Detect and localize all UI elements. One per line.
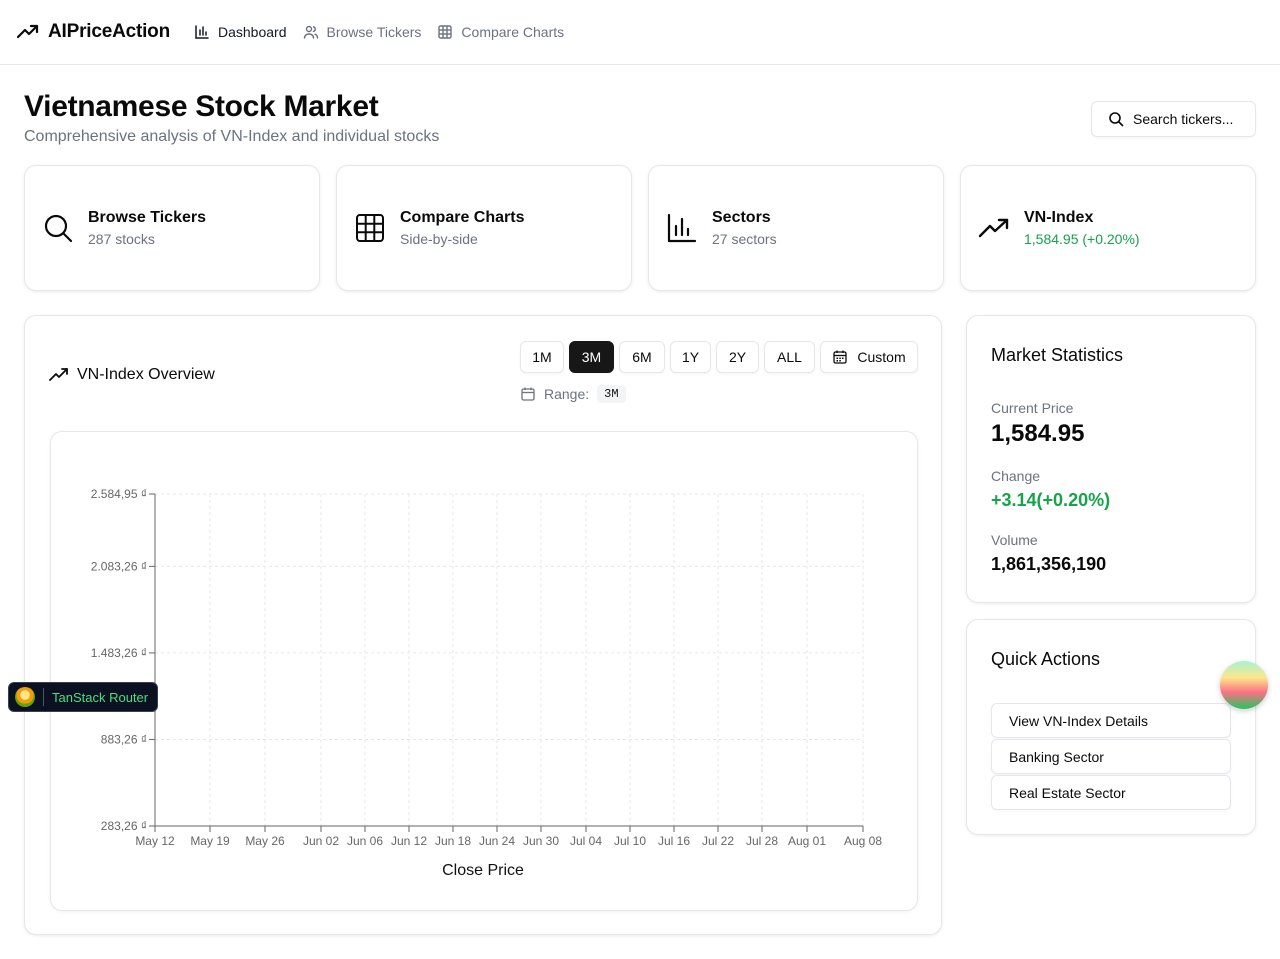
x-tick-label: Jul 04	[570, 834, 602, 848]
top-nav: AIPriceAction Dashboard Browse Tickers C…	[0, 0, 1280, 65]
current-price-label: Current Price	[991, 400, 1074, 416]
range-6m-button[interactable]: 6M	[619, 341, 665, 373]
x-tick-label: Jul 28	[746, 834, 778, 848]
x-tick-label: Jun 06	[347, 834, 383, 848]
nav-browse-tickers[interactable]: Browse Tickers	[303, 24, 422, 40]
x-tick-label: Jun 02	[303, 834, 339, 848]
nav-dashboard-label: Dashboard	[218, 24, 287, 40]
change-value: +3.14(+0.20%)	[991, 490, 1111, 510]
bar-chart-icon	[195, 25, 209, 39]
card-subtitle: 287 stocks	[88, 231, 155, 247]
calendar-icon	[833, 350, 848, 364]
custom-range-button[interactable]: Custom	[820, 341, 918, 373]
trending-up-icon	[49, 368, 68, 381]
market-statistics-panel: Market Statistics Current Price 1,584.95…	[966, 315, 1256, 603]
card-vn-index[interactable]: VN-Index 1,584.95 (+0.20%)	[960, 165, 1256, 291]
search-icon	[44, 214, 73, 243]
x-tick-label: Jul 22	[702, 834, 734, 848]
range-all-button[interactable]: ALL	[764, 341, 815, 373]
range-3m-button[interactable]: 3M	[569, 341, 614, 373]
x-tick-label: Jul 16	[658, 834, 690, 848]
bar-chart-icon	[667, 213, 697, 243]
custom-range-label: Custom	[857, 349, 906, 365]
card-title: VN-Index	[1024, 209, 1094, 226]
tanstack-logo-icon	[15, 687, 35, 707]
brand[interactable]: AIPriceAction	[16, 20, 170, 44]
current-price-value: 1,584.95	[991, 420, 1085, 447]
card-sectors[interactable]: Sectors 27 sectors	[648, 165, 944, 291]
range-1m-button[interactable]: 1M	[520, 341, 564, 373]
view-vn-index-details-button[interactable]: View VN-Index Details	[991, 703, 1231, 738]
card-title: Browse Tickers	[88, 209, 206, 226]
divider	[43, 688, 44, 706]
nav-dashboard[interactable]: Dashboard	[194, 24, 287, 40]
nav-browse-label: Browse Tickers	[326, 24, 422, 40]
search-tickers-button[interactable]: Search tickers...	[1091, 101, 1256, 137]
trending-up-icon	[978, 218, 1009, 238]
search-icon	[1109, 112, 1124, 127]
card-compare-charts[interactable]: Compare Charts Side-by-side	[336, 165, 632, 291]
grid-icon	[356, 214, 384, 242]
chart-panel: VN-Index Overview 1M 3M 6M 1Y 2Y ALL Cus…	[24, 315, 942, 935]
x-tick-label: Jun 30	[523, 834, 559, 848]
card-title: Compare Charts	[400, 209, 525, 226]
change-label: Change	[991, 468, 1041, 484]
nav-compare-label: Compare Charts	[461, 24, 565, 40]
x-tick-label: Aug 01	[788, 834, 826, 848]
card-title: Sectors	[712, 209, 771, 226]
page-subtitle: Comprehensive analysis of VN-Index and i…	[24, 128, 440, 145]
x-tick-label: May 19	[190, 834, 230, 848]
tanstack-router-devtools-button[interactable]: TanStack Router	[8, 682, 158, 712]
legend-close-price: Close Price	[442, 862, 524, 879]
vn-index-value: 1,584.95 (+0.20%)	[1024, 231, 1140, 247]
y-tick-label: 2.083,26 ₫	[91, 559, 147, 573]
x-tick-label: Jul 10	[614, 834, 646, 848]
range-2y-button[interactable]: 2Y	[716, 341, 759, 373]
y-tick-label: 283,26 ₫	[101, 819, 147, 833]
card-subtitle: Side-by-side	[400, 231, 478, 247]
nav-compare-charts[interactable]: Compare Charts	[437, 24, 564, 40]
x-tick-label: May 26	[245, 834, 285, 848]
range-info: Range: 3M	[520, 385, 626, 403]
x-tick-label: Jun 12	[391, 834, 427, 848]
grid-icon	[438, 25, 453, 39]
price-chart[interactable]: 2.584,95 ₫ 2.083,26 ₫ 1.483,26 ₫ 883,26 ₫ 28…	[51, 432, 919, 912]
calendar-icon	[521, 387, 535, 401]
page-title: Vietnamese Stock Market	[24, 90, 379, 123]
volume-value: 1,861,356,190	[991, 554, 1107, 574]
x-tick-label: May 12	[135, 834, 175, 848]
range-badge: 3M	[597, 385, 626, 403]
market-statistics-title: Market Statistics	[991, 345, 1124, 365]
quick-actions-title: Quick Actions	[991, 649, 1101, 669]
x-tick-label: Aug 08	[844, 834, 882, 848]
volume-label: Volume	[991, 532, 1038, 548]
chart-container: 2.584,95 ₫ 2.083,26 ₫ 1.483,26 ₫ 883,26 ₫ 28…	[50, 431, 918, 911]
y-tick-label: 1.483,26 ₫	[91, 646, 147, 660]
y-tick-label: 883,26 ₫	[101, 732, 147, 746]
trending-up-icon	[16, 24, 39, 39]
x-tick-label: Jun 24	[479, 834, 515, 848]
chart-panel-title-text: VN-Index Overview	[77, 366, 215, 383]
range-label: Range:	[544, 386, 590, 402]
y-tick-label: 2.584,95 ₫	[91, 487, 147, 501]
banking-sector-button[interactable]: Banking Sector	[991, 739, 1231, 774]
brand-name: AIPriceAction	[48, 21, 170, 42]
card-subtitle: 27 sectors	[712, 231, 777, 247]
card-browse-tickers[interactable]: Browse Tickers 287 stocks	[24, 165, 320, 291]
range-selector: 1M 3M 6M 1Y 2Y ALL Custom	[520, 341, 918, 373]
tanstack-router-label: TanStack Router	[52, 689, 149, 705]
users-icon	[303, 25, 318, 39]
range-1y-button[interactable]: 1Y	[670, 341, 711, 373]
quick-actions-panel: Quick Actions View VN-Index Details Bank…	[966, 619, 1256, 835]
nav-links: Dashboard Browse Tickers Compare Charts	[194, 24, 564, 40]
real-estate-sector-button[interactable]: Real Estate Sector	[991, 775, 1231, 810]
search-tickers-label: Search tickers...	[1133, 111, 1234, 127]
query-devtools-icon[interactable]	[1220, 661, 1268, 709]
x-tick-label: Jun 18	[435, 834, 471, 848]
chart-panel-title: VN-Index Overview	[49, 365, 215, 385]
